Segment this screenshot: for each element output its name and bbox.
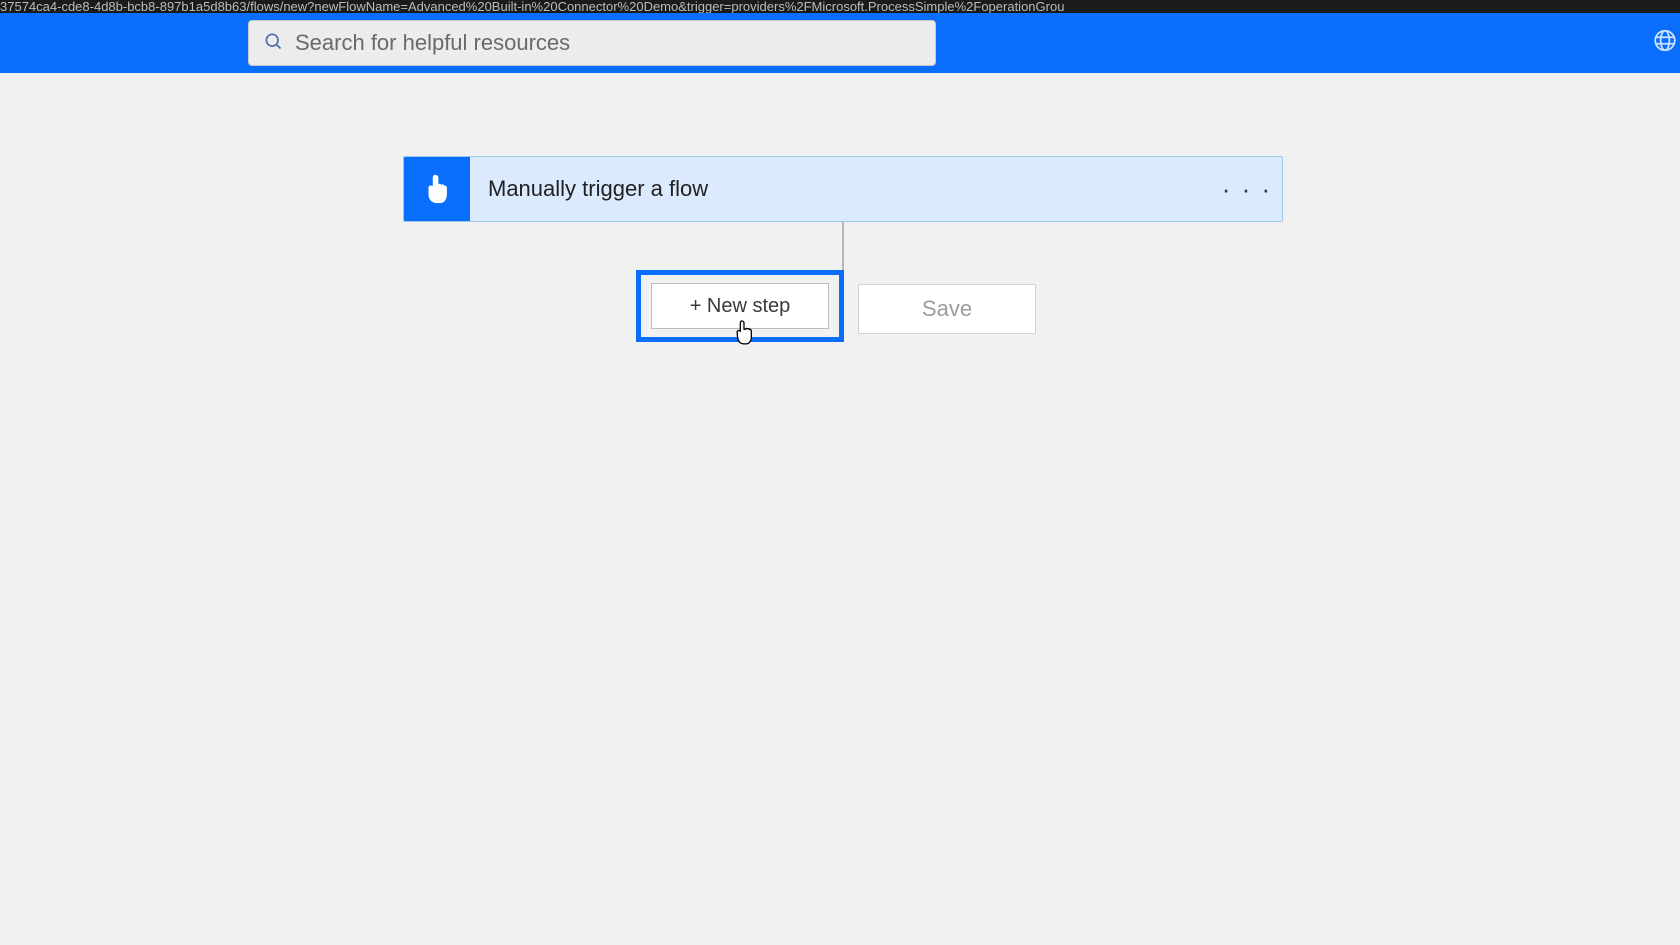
actions-row: + New step Save (636, 270, 1036, 342)
flow-canvas: Manually trigger a flow · · · + New step… (0, 73, 1680, 945)
trigger-title: Manually trigger a flow (470, 157, 1212, 221)
search-input[interactable] (295, 30, 935, 56)
new-step-button[interactable]: + New step (651, 283, 829, 329)
search-icon (263, 31, 283, 56)
trigger-icon (404, 157, 470, 221)
new-step-highlight: + New step (636, 270, 844, 342)
save-button[interactable]: Save (858, 284, 1036, 334)
globe-icon[interactable] (1652, 28, 1678, 59)
trigger-more-button[interactable]: · · · (1212, 157, 1282, 221)
connector-line (842, 222, 844, 270)
trigger-card[interactable]: Manually trigger a flow · · · (403, 156, 1283, 222)
app-header (0, 13, 1680, 73)
browser-url-bar: 37574ca4-cde8-4d8b-bcb8-897b1a5d8b63/flo… (0, 0, 1680, 13)
search-box[interactable] (248, 20, 936, 66)
